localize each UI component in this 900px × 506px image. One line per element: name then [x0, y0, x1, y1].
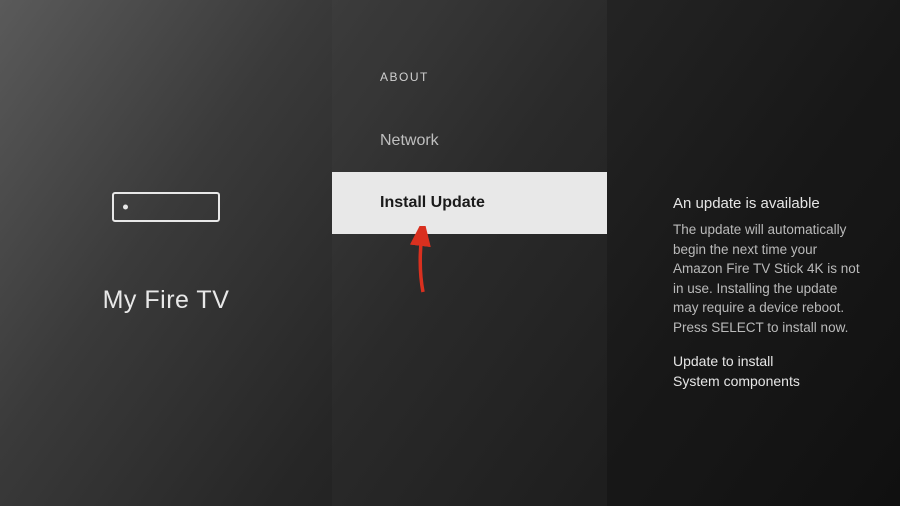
fire-tv-stick-icon: [112, 192, 220, 222]
detail-sub-heading: Update to install: [673, 353, 860, 369]
detail-panel: An update is available The update will a…: [607, 0, 900, 506]
menu-item-label: Install Update: [380, 194, 485, 211]
menu-item-label: Network: [380, 132, 439, 149]
detail-body: The update will automatically begin the …: [673, 220, 860, 337]
fire-tv-stick-led-icon: [123, 204, 128, 209]
left-panel: My Fire TV: [0, 0, 332, 506]
menu-item-install-update[interactable]: Install Update: [332, 172, 607, 234]
menu-item-network[interactable]: Network: [332, 114, 607, 168]
page-title: My Fire TV: [103, 286, 230, 315]
section-header: ABOUT: [332, 0, 607, 84]
menu-panel: ABOUT Network Install Update: [332, 0, 607, 506]
detail-sub-value: System components: [673, 373, 860, 389]
detail-title: An update is available: [673, 195, 860, 212]
